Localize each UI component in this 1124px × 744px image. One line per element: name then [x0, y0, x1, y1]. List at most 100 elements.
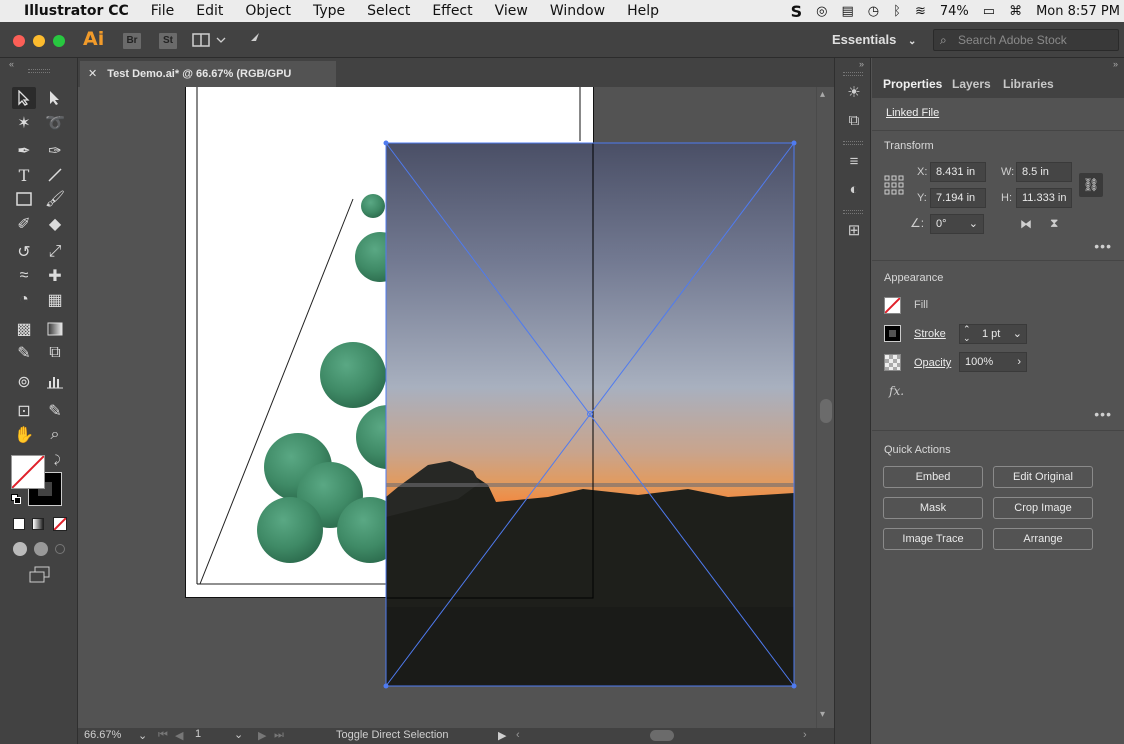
color-mode-button[interactable]	[13, 518, 25, 530]
first-artboard-icon[interactable]: ⏮	[158, 729, 168, 742]
tab-libraries[interactable]: Libraries	[1003, 77, 1054, 91]
draw-behind-icon[interactable]	[34, 542, 48, 556]
linked-file-link[interactable]: Linked File	[886, 107, 939, 119]
scrivener-icon[interactable]: S	[791, 2, 803, 21]
menu-view[interactable]: View	[495, 3, 528, 19]
lasso-tool-icon[interactable]: ➰	[43, 112, 67, 134]
eraser-tool-icon[interactable]: ◆	[43, 213, 67, 235]
crop-image-button[interactable]: Crop Image	[993, 497, 1093, 519]
line-segment-tool-icon[interactable]	[43, 164, 67, 186]
chevron-down-icon[interactable]: ⌄	[969, 215, 978, 233]
fill-swatch-icon[interactable]	[884, 297, 901, 314]
blend-tool-icon[interactable]: ⧉	[43, 342, 67, 364]
tab-layers[interactable]: Layers	[952, 77, 991, 91]
window-close-button[interactable]	[13, 35, 25, 47]
change-screen-mode-icon[interactable]	[29, 566, 51, 584]
close-tab-icon[interactable]: ✕	[88, 68, 97, 80]
pen-tool-icon[interactable]: ✒	[12, 140, 36, 162]
width-field[interactable]: 8.5 in	[1016, 162, 1072, 182]
chevron-down-icon[interactable]: ⌄	[1013, 325, 1022, 343]
scroll-right-icon[interactable]: ›	[803, 729, 807, 741]
embed-button[interactable]: Embed	[883, 466, 983, 488]
chevron-right-icon[interactable]: ›	[1017, 353, 1021, 371]
workspace-switcher[interactable]: Essentials ⌄	[832, 32, 916, 47]
stroke-swatch-icon[interactable]	[884, 325, 901, 342]
flip-horizontal-icon[interactable]: ⧓	[1020, 217, 1032, 231]
gradient-mode-button[interactable]	[32, 518, 44, 530]
bluetooth-icon[interactable]: ᛒ	[893, 4, 901, 19]
scroll-up-icon[interactable]: ▴	[820, 89, 825, 100]
brightness-panel-icon[interactable]: ☀	[843, 82, 865, 104]
previous-artboard-icon[interactable]: ◀	[175, 729, 183, 742]
arrange-button[interactable]: Arrange	[993, 528, 1093, 550]
panel-collapse-icon[interactable]: «	[9, 59, 14, 69]
transparency-panel-icon[interactable]: ◐	[843, 179, 865, 201]
fx-icon[interactable]: fx.	[889, 384, 904, 398]
puppet-warp-tool-icon[interactable]: ✚	[43, 265, 67, 287]
gradient-tool-icon[interactable]	[43, 318, 67, 340]
status-text[interactable]: Toggle Direct Selection	[336, 729, 449, 741]
menu-effect[interactable]: Effect	[432, 3, 472, 19]
opacity-label[interactable]: Opacity	[914, 357, 951, 369]
fill-swatch[interactable]	[11, 455, 45, 489]
image-trace-button[interactable]: Image Trace	[883, 528, 983, 550]
flip-vertical-icon[interactable]: ⧗	[1050, 216, 1058, 231]
panel-grip[interactable]	[28, 69, 50, 73]
search-adobe-stock-input[interactable]: ⌕ Search Adobe Stock	[933, 29, 1119, 51]
canvas-area[interactable]	[78, 87, 816, 728]
scale-tool-icon[interactable]: ⤢	[43, 241, 67, 263]
paintbrush-tool-icon[interactable]: 🖌	[43, 188, 67, 210]
wifi-icon[interactable]: ≋	[915, 4, 926, 19]
rotate-angle-field[interactable]: 0° ⌄	[930, 214, 984, 234]
default-fill-stroke-icon[interactable]	[11, 494, 21, 504]
vertical-scrollbar[interactable]: ▴ ▾	[816, 87, 834, 728]
reference-point-icon[interactable]	[884, 175, 904, 195]
stroke-weight-field[interactable]: ⌃ ⌄ 1 pt ⌄	[959, 324, 1027, 344]
zoom-tool-icon[interactable]: ⌕	[43, 424, 67, 446]
menubar-clock[interactable]: Mon 8:57 PM	[1036, 4, 1120, 19]
stroke-label[interactable]: Stroke	[914, 328, 946, 340]
column-graph-tool-icon[interactable]	[43, 371, 67, 393]
tab-properties[interactable]: Properties	[883, 77, 942, 91]
stroke-panel-icon[interactable]: ≡	[843, 151, 865, 173]
symbol-sprayer-tool-icon[interactable]: ⊚	[12, 371, 36, 393]
scroll-left-icon[interactable]: ‹	[516, 729, 520, 741]
asset-export-panel-icon[interactable]: ⧉	[843, 110, 865, 132]
shaper-tool-icon[interactable]: ✐	[12, 213, 36, 235]
arrange-documents-icon[interactable]	[192, 31, 228, 49]
align-panel-icon[interactable]: ⊞	[843, 220, 865, 242]
stack-icon[interactable]: ▤	[842, 4, 854, 19]
draw-normal-icon[interactable]	[13, 542, 27, 556]
bridge-button[interactable]: Br	[123, 33, 141, 49]
zoom-level-field[interactable]: 66.67% ⌄	[84, 729, 148, 743]
panel-expand-icon[interactable]: »	[1113, 59, 1118, 69]
panel-grip[interactable]	[843, 72, 863, 76]
stock-button[interactable]: St	[159, 33, 177, 49]
swap-fill-stroke-icon[interactable]: ⤸	[54, 454, 61, 467]
x-position-field[interactable]: 8.431 in	[930, 162, 986, 182]
creative-cloud-icon[interactable]: ◎	[816, 4, 827, 19]
width-tool-icon[interactable]: ≈	[12, 265, 36, 287]
magic-wand-tool-icon[interactable]: ✶	[12, 112, 36, 134]
battery-percent[interactable]: 74%	[940, 4, 969, 19]
battery-icon[interactable]: ▭	[983, 4, 995, 19]
opacity-field[interactable]: 100% ›	[959, 352, 1027, 372]
vertical-scroll-thumb[interactable]	[820, 399, 832, 423]
selection-tool-icon[interactable]	[12, 87, 36, 109]
hand-tool-icon[interactable]: ✋	[12, 424, 36, 446]
mask-button[interactable]: Mask	[883, 497, 983, 519]
status-menu-icon[interactable]: ▶	[498, 729, 506, 742]
stepper-icon[interactable]: ⌃ ⌄	[963, 325, 971, 343]
keyboard-input-icon[interactable]: ⌘	[1009, 4, 1022, 19]
height-field[interactable]: 11.333 in	[1016, 188, 1072, 208]
last-artboard-icon[interactable]: ⏭	[274, 729, 284, 742]
edit-original-button[interactable]: Edit Original	[993, 466, 1093, 488]
panel-grip[interactable]	[843, 210, 863, 214]
more-options-icon[interactable]: •••	[1094, 406, 1112, 422]
time-machine-icon[interactable]: ◷	[868, 4, 879, 19]
rotate-tool-icon[interactable]: ↺	[12, 241, 36, 263]
none-mode-button[interactable]	[53, 517, 67, 531]
next-artboard-icon[interactable]: ▶	[258, 729, 266, 742]
y-position-field[interactable]: 7.194 in	[930, 188, 986, 208]
rectangle-tool-icon[interactable]	[12, 188, 36, 210]
